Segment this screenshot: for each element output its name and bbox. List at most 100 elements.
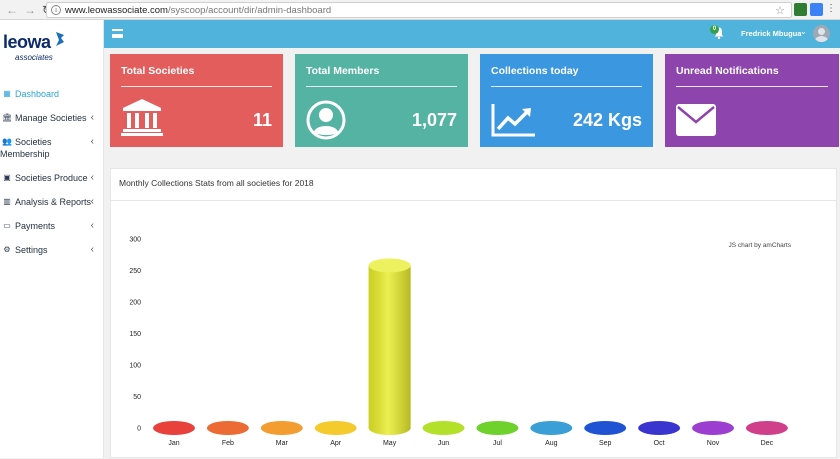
sidebar-item-analysis-reports[interactable]: ▥ Analysis & Reports ‹ bbox=[0, 190, 104, 214]
extension-icon[interactable] bbox=[810, 3, 823, 16]
bookmark-star-icon[interactable]: ☆ bbox=[775, 4, 785, 17]
url-path: /syscoop/account/dir/admin-dashboard bbox=[167, 4, 332, 16]
card-title: Unread Notifications bbox=[676, 65, 779, 77]
divider bbox=[491, 86, 642, 87]
money-icon: ▭ bbox=[3, 221, 11, 230]
card-value: 11 bbox=[252, 110, 272, 130]
bar-disc bbox=[476, 421, 519, 435]
bar-disc bbox=[422, 421, 465, 435]
dashboard-icon: ▦ bbox=[3, 89, 11, 98]
sidebar-item-manage-societies[interactable]: 🏛 Manage Societies ‹ bbox=[0, 106, 104, 130]
chevron-left-icon: ‹ bbox=[90, 112, 94, 123]
panel-title: Monthly Collections Stats from all socie… bbox=[119, 178, 314, 188]
address-bar[interactable]: i www.leowassociate.com/syscoop/account/… bbox=[46, 2, 792, 18]
y-tick-label: 0 bbox=[137, 426, 141, 433]
bar-mar[interactable] bbox=[260, 421, 303, 435]
logo-word: leowa bbox=[3, 32, 51, 52]
bar-nov[interactable] bbox=[692, 421, 734, 435]
bar-disc bbox=[692, 421, 734, 435]
bar-shading bbox=[368, 265, 411, 428]
y-tick-label: 250 bbox=[129, 268, 141, 275]
user-menu[interactable]: Fredrick Mbugua bbox=[741, 29, 801, 38]
bar-top-highlight bbox=[368, 258, 411, 273]
bar-jan[interactable] bbox=[153, 421, 195, 435]
y-tick-label: 300 bbox=[129, 237, 141, 244]
info-icon[interactable]: i bbox=[51, 5, 61, 15]
x-tick-label: Aug bbox=[545, 440, 558, 447]
monthly-collections-chart: JS chart by amCharts 050100150200250300 … bbox=[129, 237, 792, 448]
bar-jun[interactable] bbox=[422, 421, 465, 435]
bar-apr[interactable] bbox=[314, 421, 357, 435]
bar-may[interactable] bbox=[368, 258, 411, 435]
bar-jul[interactable] bbox=[476, 421, 519, 435]
avatar[interactable] bbox=[813, 25, 830, 42]
x-tick-label: Sep bbox=[599, 440, 612, 447]
x-tick-label: Dec bbox=[761, 440, 774, 447]
browser-menu-icon[interactable]: ⋮ bbox=[826, 4, 836, 15]
sidebar-item-societies-produce[interactable]: ▣ Societies Produce ‹ bbox=[0, 166, 104, 190]
y-tick-label: 50 bbox=[133, 394, 141, 401]
logo[interactable]: leowa associates bbox=[3, 32, 73, 68]
sidebar-item-label: Manage Societies bbox=[15, 113, 87, 123]
bar-disc bbox=[153, 421, 195, 435]
chevron-left-icon: ‹ bbox=[90, 244, 94, 255]
browser-toolbar: ← → ↻ i www.leowassociate.com/syscoop/ac… bbox=[0, 0, 840, 20]
back-icon[interactable]: ← bbox=[6, 3, 18, 17]
sidebar-item-label: Payments bbox=[15, 221, 56, 231]
bar-aug[interactable] bbox=[530, 421, 573, 435]
x-tick-label: Nov bbox=[707, 440, 720, 447]
bank-icon bbox=[121, 99, 163, 136]
sidebar-item-label: Membership bbox=[0, 149, 50, 159]
logo-subtitle: associates bbox=[15, 53, 53, 62]
menu-toggle-icon[interactable] bbox=[112, 29, 123, 38]
stat-card-unread-notifications[interactable]: Unread Notifications bbox=[665, 54, 839, 147]
url-host: www.leowassociate.com bbox=[65, 4, 168, 16]
envelope-icon bbox=[676, 104, 716, 136]
forward-icon[interactable]: → bbox=[24, 3, 36, 17]
chart-panel: Monthly Collections Stats from all socie… bbox=[110, 168, 837, 458]
bank-icon: 🏛 bbox=[2, 113, 13, 122]
y-tick-label: 200 bbox=[129, 300, 141, 307]
browser-nav: ← → ↻ bbox=[0, 3, 52, 17]
sidebar: leowa associates ▦ Dashboard 🏛 Manage So… bbox=[0, 20, 104, 458]
bar-base-shading bbox=[368, 421, 411, 435]
sidebar-item-label: Societies Produce bbox=[15, 173, 88, 183]
sidebar-item-label: Settings bbox=[15, 245, 48, 255]
sidebar-item-dashboard[interactable]: ▦ Dashboard bbox=[0, 82, 104, 106]
x-tick-label: Feb bbox=[222, 440, 234, 447]
stat-card-total-members: Total Members 1,077 bbox=[295, 54, 468, 147]
bar-disc bbox=[530, 421, 573, 435]
bar-dec[interactable] bbox=[745, 421, 788, 435]
bar-disc bbox=[314, 421, 357, 435]
y-tick-label: 100 bbox=[129, 363, 141, 370]
id-card-icon: ▣ bbox=[3, 173, 11, 182]
divider bbox=[121, 86, 272, 87]
card-title: Total Societies bbox=[121, 65, 195, 77]
sidebar-item-settings[interactable]: ⚙ Settings ‹ bbox=[0, 238, 104, 262]
chart-credit[interactable]: JS chart by amCharts bbox=[729, 242, 792, 249]
sidebar-item-label: Societies bbox=[15, 137, 52, 147]
x-tick-label: May bbox=[383, 440, 397, 447]
card-title: Collections today bbox=[491, 65, 579, 77]
bar-sep[interactable] bbox=[584, 421, 627, 435]
users-icon: 👥 bbox=[2, 137, 12, 146]
bar-feb[interactable] bbox=[206, 421, 249, 435]
bar-disc bbox=[584, 421, 627, 435]
extension-icon[interactable] bbox=[794, 3, 807, 16]
x-tick-label: Jun bbox=[438, 440, 449, 447]
bar-chart-icon: ▥ bbox=[3, 197, 11, 206]
stat-card-total-societies: Total Societies 11 bbox=[110, 54, 283, 147]
bar-oct[interactable] bbox=[638, 421, 681, 435]
card-title: Total Members bbox=[306, 65, 380, 77]
sidebar-item-payments[interactable]: ▭ Payments ‹ bbox=[0, 214, 104, 238]
chevron-left-icon: ‹ bbox=[90, 172, 94, 183]
card-value: 242 Kgs bbox=[572, 110, 642, 130]
stat-card-collections-today: Collections today 242 Kgs bbox=[480, 54, 653, 147]
card-value: 1,077 bbox=[411, 110, 457, 130]
y-axis: 0 50 100 150 200 250 300 bbox=[129, 237, 141, 433]
bar-disc bbox=[745, 421, 788, 435]
chevron-down-icon[interactable]: ⌄ bbox=[800, 27, 807, 36]
cogs-icon: ⚙ bbox=[3, 245, 11, 254]
y-tick-label: 150 bbox=[129, 331, 141, 338]
sidebar-item-societies-membership[interactable]: 👥 Societies Membership ‹ bbox=[0, 130, 104, 166]
